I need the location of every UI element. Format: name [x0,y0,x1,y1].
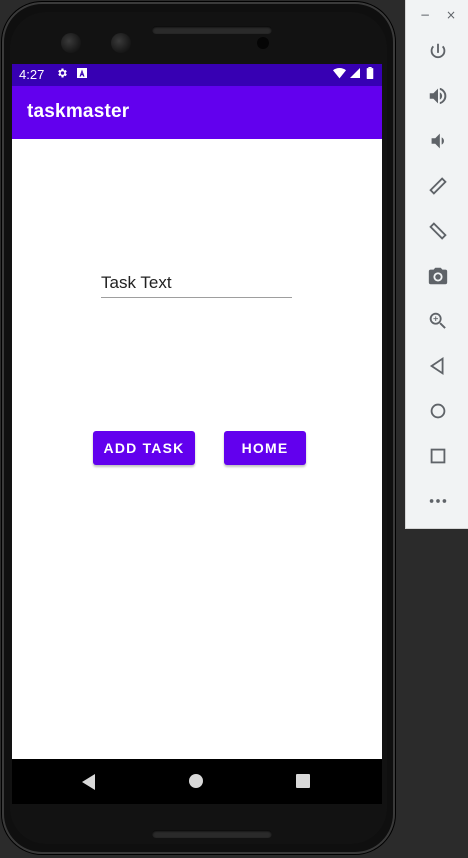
battery-icon [366,67,374,83]
task-text-input[interactable] [101,269,292,298]
emulator-side-panel: − × [405,0,468,529]
wifi-icon [333,67,346,83]
navigation-bar [12,759,382,804]
home-circle-icon[interactable] [426,399,450,423]
device-screen: 4:27 taskmaster Add Task Home [12,64,382,804]
front-camera-icon [111,33,131,53]
bottom-speaker [152,830,272,838]
volume-down-icon[interactable] [426,129,450,153]
minimize-button[interactable]: − [420,8,430,22]
front-camera-icon [61,33,81,53]
add-task-form: Add Task Home [12,139,382,759]
text-icon [76,67,88,83]
settings-icon [56,67,68,83]
app-title: taskmaster [27,101,130,122]
screenshot-camera-icon[interactable] [426,264,450,288]
back-icon[interactable] [426,354,450,378]
more-icon[interactable] [426,489,450,513]
add-task-button[interactable]: Add Task [93,431,195,465]
zoom-icon[interactable] [426,309,450,333]
volume-up-icon[interactable] [426,84,450,108]
nav-recents-icon[interactable] [296,774,310,788]
top-speaker [152,26,272,34]
rotate-right-icon[interactable] [426,219,450,243]
emulator-device: 4:27 taskmaster Add Task Home [0,0,405,858]
status-bar: 4:27 [12,64,382,86]
home-button[interactable]: Home [224,431,306,465]
status-time: 4:27 [19,67,45,82]
close-window-button[interactable]: × [446,8,456,22]
proximity-sensor [257,37,269,49]
overview-icon[interactable] [426,444,450,468]
signal-icon [349,67,361,83]
nav-home-icon[interactable] [189,774,203,788]
power-icon[interactable] [426,40,450,64]
app-bar: taskmaster [12,86,382,139]
rotate-left-icon[interactable] [426,174,450,198]
nav-back-icon[interactable] [82,774,95,790]
